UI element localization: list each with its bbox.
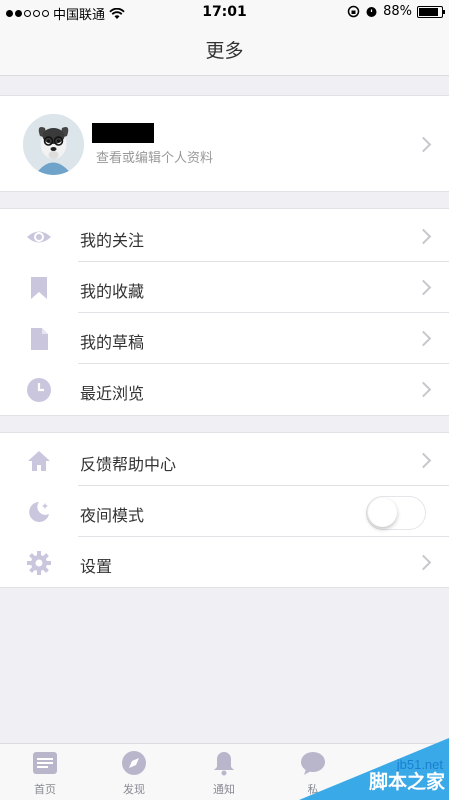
chevron-right-icon <box>415 228 432 245</box>
battery-percent: 88% <box>383 4 412 19</box>
tab-label: 发现 <box>123 783 145 796</box>
chevron-right-icon <box>415 554 432 571</box>
menu-item-label: 反馈帮助中心 <box>80 455 177 474</box>
menu-group-2: 反馈帮助中心 夜间模式 设置 <box>0 432 449 588</box>
status-right: 88% <box>347 4 445 19</box>
bell-icon <box>214 752 234 776</box>
night-mode-toggle[interactable] <box>366 496 426 530</box>
menu-group-1: 我的关注 我的收藏 我的草稿 最近浏览 <box>0 208 449 416</box>
moon-icon <box>29 502 49 522</box>
bookmark-icon <box>31 277 47 299</box>
page-title: 更多 <box>205 40 244 62</box>
chevron-right-icon <box>415 136 432 153</box>
tab-notifications[interactable]: 通知 <box>194 750 254 797</box>
menu-item-label: 夜间模式 <box>80 506 145 525</box>
gear-icon <box>27 551 51 575</box>
avatar <box>23 114 84 175</box>
menu-item-label: 最近浏览 <box>80 384 145 403</box>
chevron-right-icon <box>415 330 432 347</box>
home-list-icon <box>33 752 57 774</box>
tab-discover[interactable]: 发现 <box>104 750 164 797</box>
menu-item-label: 设置 <box>80 557 113 576</box>
watermark-text: 脚本之家 <box>368 771 445 793</box>
menu-item-favorites[interactable]: 我的收藏 <box>0 262 449 313</box>
chevron-right-icon <box>415 279 432 296</box>
clock-icon <box>27 378 51 402</box>
nav-bar: 更多 <box>0 24 449 76</box>
menu-item-label: 我的收藏 <box>80 282 145 301</box>
menu-item-label: 我的草稿 <box>80 333 145 352</box>
battery-icon <box>417 5 445 18</box>
compass-icon <box>122 751 146 775</box>
menu-item-drafts[interactable]: 我的草稿 <box>0 313 449 364</box>
profile-subtitle: 查看或编辑个人资料 <box>96 151 214 166</box>
menu-item-following[interactable]: 我的关注 <box>0 211 449 262</box>
menu-item-recent[interactable]: 最近浏览 <box>0 364 449 415</box>
chevron-right-icon <box>415 452 432 469</box>
menu-item-help[interactable]: 反馈帮助中心 <box>0 435 449 486</box>
document-icon <box>31 328 48 350</box>
status-bar: 中国联通 17:01 88% <box>0 0 449 24</box>
rotation-lock-icon <box>347 5 360 18</box>
toggle-knob <box>368 498 397 527</box>
home-icon <box>28 451 50 471</box>
tab-home[interactable]: 首页 <box>15 750 75 797</box>
eye-icon <box>27 231 51 243</box>
alarm-icon <box>366 7 377 17</box>
profile-row[interactable]: 查看或编辑个人资料 <box>0 95 449 192</box>
tab-label: 首页 <box>34 783 56 796</box>
watermark: jb51.net 脚本之家 <box>299 728 449 800</box>
menu-item-night-mode: 夜间模式 <box>0 486 449 537</box>
menu-item-settings[interactable]: 设置 <box>0 537 449 588</box>
menu-item-label: 我的关注 <box>80 231 145 250</box>
chevron-right-icon <box>415 381 432 398</box>
tab-label: 通知 <box>213 783 235 796</box>
redacted-username <box>92 123 154 143</box>
